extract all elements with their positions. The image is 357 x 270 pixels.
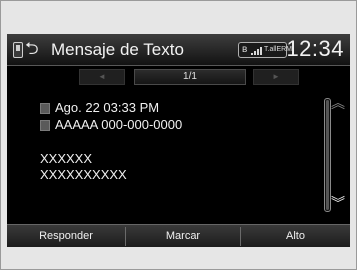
phone-icon [13, 42, 23, 58]
message-counter: 1/1 [134, 69, 246, 85]
calendar-icon [40, 103, 50, 114]
message-content: Ago. 22 03:33 PM AAAAA 000-000-0000 XXXX… [7, 89, 327, 214]
clock: 12:34 [286, 36, 344, 61]
display-screen: ⮌ Mensaje de Texto ʙ T.allERM 12:34 ◄ 1/… [7, 34, 350, 247]
bluetooth-icon: ʙ [242, 44, 248, 55]
scroll-thumb[interactable] [326, 100, 329, 210]
chevron-double-down-icon[interactable]: ︾ [331, 196, 345, 210]
contact-icon [40, 120, 50, 131]
softkey-bar: Responder Marcar Alto [7, 224, 350, 247]
next-message-button[interactable]: ► [253, 69, 299, 85]
header-bar: ⮌ Mensaje de Texto ʙ T.allERM 12:34 [7, 34, 350, 66]
message-date: Ago. 22 03:33 PM [55, 100, 160, 115]
scroll-track[interactable] [324, 98, 331, 212]
page-title: Mensaje de Texto [51, 40, 184, 59]
reply-button[interactable]: Responder [7, 225, 125, 247]
message-body-line: XXXXXXXXXX [40, 167, 127, 182]
message-pager: ◄ 1/1 ► [7, 67, 350, 87]
scrollbar[interactable]: ︽ ︾ [321, 96, 350, 216]
dial-button[interactable]: Marcar [126, 225, 240, 247]
connection-status: ʙ T.allERM [238, 42, 292, 58]
signal-bars-icon [251, 47, 263, 55]
previous-message-button[interactable]: ◄ [79, 69, 125, 85]
page-frame: ⮌ Mensaje de Texto ʙ T.allERM 12:34 ◄ 1/… [0, 0, 357, 270]
message-body-line: XXXXXX [40, 151, 93, 166]
stop-button[interactable]: Alto [241, 225, 350, 247]
message-sender: AAAAA 000-000-0000 [55, 117, 183, 132]
back-arrow-icon[interactable]: ⮌ [25, 39, 39, 59]
chevron-double-up-icon[interactable]: ︽ [331, 96, 345, 110]
